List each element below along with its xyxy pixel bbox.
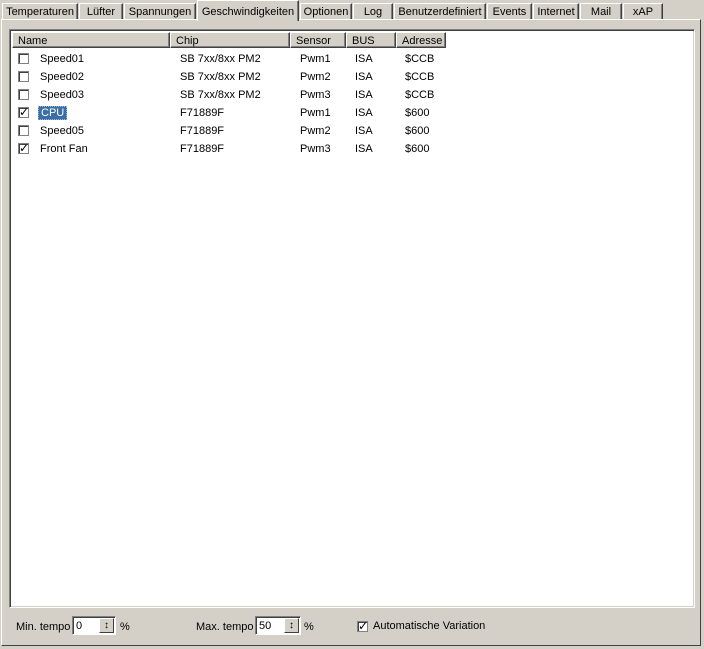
max-tempo-spin-icon[interactable]: ↕ xyxy=(284,618,299,633)
row-name-text: Speed05 xyxy=(40,125,85,137)
tab-temperaturen[interactable]: Temperaturen xyxy=(2,3,78,20)
row-sensor: Pwm3 xyxy=(300,143,331,155)
row-address: $CCB xyxy=(405,53,435,65)
row-name: Speed02 xyxy=(38,68,86,86)
row-chip: SB 7xx/8xx PM2 xyxy=(180,53,261,65)
column-header-adresse[interactable]: Adresse xyxy=(396,32,446,48)
row-chip: SB 7xx/8xx PM2 xyxy=(180,71,261,83)
row-name-text: Speed02 xyxy=(40,71,85,83)
tab-optionen[interactable]: Optionen xyxy=(300,3,352,20)
row-bus: ISA xyxy=(355,71,373,83)
tab-benutzerdefiniert[interactable]: Benutzerdefiniert xyxy=(394,3,486,20)
row-chip: F71889F xyxy=(180,107,225,119)
row-bus: ISA xyxy=(355,125,373,137)
max-tempo-spinner[interactable]: ↕ xyxy=(255,616,301,635)
tab-geschwindigkeiten[interactable]: Geschwindigkeiten xyxy=(197,0,299,21)
row-sensor: Pwm1 xyxy=(300,107,331,119)
row-checkbox[interactable]: ✓ xyxy=(18,141,30,155)
row-name: Speed01 xyxy=(38,50,86,68)
row-bus: ISA xyxy=(355,53,373,65)
row-checkbox[interactable] xyxy=(18,89,29,100)
row-address: $600 xyxy=(405,107,430,119)
table-row[interactable]: Speed03 SB 7xx/8xx PM2 Pwm3 ISA $CCB xyxy=(12,86,692,104)
row-name: Front Fan xyxy=(38,140,90,158)
row-sensor: Pwm1 xyxy=(300,53,331,65)
check-icon: ✓ xyxy=(358,619,369,633)
check-icon: ✓ xyxy=(19,141,30,155)
min-tempo-label: Min. tempo xyxy=(16,621,71,633)
row-sensor: Pwm2 xyxy=(300,71,331,83)
table-row[interactable]: Speed02 SB 7xx/8xx PM2 Pwm2 ISA $CCB xyxy=(12,68,692,86)
table-row[interactable]: ✓ Front Fan F71889F Pwm3 ISA $600 xyxy=(12,140,692,158)
tab-log[interactable]: Log xyxy=(353,3,393,20)
row-name-text: Speed03 xyxy=(40,89,85,101)
tab-internet[interactable]: Internet xyxy=(533,3,579,20)
row-address: $CCB xyxy=(405,71,435,83)
row-address: $600 xyxy=(405,143,430,155)
auto-variation-label[interactable]: Automatische Variation xyxy=(373,619,485,633)
min-tempo-input[interactable] xyxy=(74,618,98,633)
row-sensor: Pwm2 xyxy=(300,125,331,137)
min-tempo-spin-icon[interactable]: ↕ xyxy=(99,618,114,633)
row-name-text: CPU xyxy=(38,106,68,120)
row-name-text: Front Fan xyxy=(40,143,88,155)
max-tempo-input[interactable] xyxy=(257,618,281,633)
row-name: CPU xyxy=(38,104,68,122)
auto-variation-checkbox[interactable]: ✓ xyxy=(357,619,369,633)
max-tempo-label: Max. tempo xyxy=(196,621,254,633)
column-header-bus[interactable]: BUS xyxy=(346,32,396,48)
row-sensor: Pwm3 xyxy=(300,89,331,101)
row-address: $CCB xyxy=(405,89,435,101)
row-name: Speed03 xyxy=(38,86,86,104)
tab-luefter[interactable]: Lüfter xyxy=(79,3,123,20)
row-chip: F71889F xyxy=(180,143,225,155)
row-chip: SB 7xx/8xx PM2 xyxy=(180,89,261,101)
row-checkbox[interactable] xyxy=(18,71,29,82)
row-checkbox[interactable]: ✓ xyxy=(18,105,30,119)
tab-events[interactable]: Events xyxy=(487,3,532,20)
min-tempo-spinner[interactable]: ↕ xyxy=(72,616,116,635)
table-row[interactable]: Speed05 F71889F Pwm2 ISA $600 xyxy=(12,122,692,140)
check-icon: ✓ xyxy=(19,105,30,119)
min-tempo-unit: % xyxy=(120,621,130,633)
row-bus: ISA xyxy=(355,89,373,101)
table-row[interactable]: ✓ CPU F71889F Pwm1 ISA $600 xyxy=(12,104,692,122)
row-name: Speed05 xyxy=(38,122,86,140)
row-checkbox[interactable] xyxy=(18,53,29,64)
table-row[interactable]: Speed01 SB 7xx/8xx PM2 Pwm1 ISA $CCB xyxy=(12,50,692,68)
row-chip: F71889F xyxy=(180,125,225,137)
row-name-text: Speed01 xyxy=(40,53,85,65)
row-bus: ISA xyxy=(355,107,373,119)
tab-strip: Temperaturen Lüfter Spannungen Geschwind… xyxy=(0,0,704,21)
row-bus: ISA xyxy=(355,143,373,155)
column-header-sensor[interactable]: Sensor xyxy=(290,32,346,48)
row-address: $600 xyxy=(405,125,430,137)
tab-spannungen[interactable]: Spannungen xyxy=(124,3,196,20)
tab-xap[interactable]: xAP xyxy=(623,3,663,20)
tempo-controls: Min. tempo ↕ % Max. tempo ↕ % ✓ Automati… xyxy=(9,611,695,641)
column-header-name[interactable]: Name xyxy=(12,32,170,48)
tab-mail[interactable]: Mail xyxy=(580,3,622,20)
row-checkbox[interactable] xyxy=(18,125,29,136)
speed-list-view[interactable]: Name Chip Sensor BUS Adresse Speed01 SB 7… xyxy=(9,29,695,608)
column-header-chip[interactable]: Chip xyxy=(170,32,290,48)
max-tempo-unit: % xyxy=(304,621,314,633)
